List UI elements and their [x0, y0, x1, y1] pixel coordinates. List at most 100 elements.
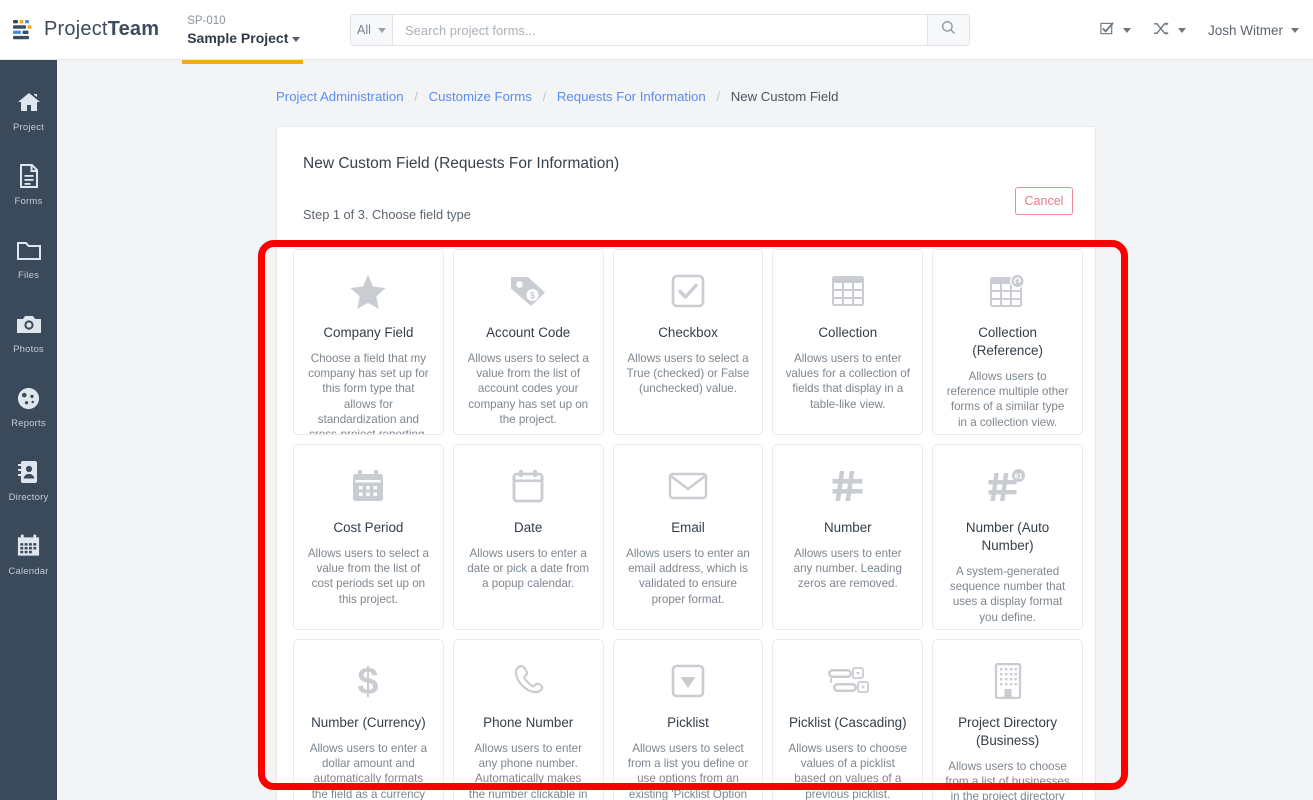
- field-type-card-picklist[interactable]: Picklist Allows users to select from a l…: [612, 639, 764, 800]
- search-scope-dropdown[interactable]: All: [351, 15, 393, 45]
- chevron-down-icon: [1291, 27, 1299, 33]
- field-type-card-number-currency[interactable]: $ Number (Currency) Allows users to ente…: [293, 639, 444, 800]
- checkbox-icon: [626, 270, 751, 312]
- hash-icon: [785, 465, 910, 507]
- field-type-description: Allows users to choose values of a pickl…: [788, 742, 908, 800]
- field-type-description: Allows users to enter values for a colle…: [785, 352, 910, 411]
- sidebar-item-project[interactable]: Project: [0, 78, 57, 152]
- field-type-card-checkbox[interactable]: Checkbox Allows users to select a True (…: [612, 249, 764, 435]
- field-type-card-collection[interactable]: Collection Allows users to enter values …: [772, 249, 924, 435]
- field-type-title: Number (Auto Number): [965, 520, 1050, 553]
- field-type-description: Allows users to select from a list you d…: [627, 742, 749, 800]
- breadcrumb-separator: /: [716, 89, 721, 104]
- checkbox-list-icon: [1100, 21, 1115, 39]
- sidebar-item-label: Project: [13, 122, 44, 133]
- search-scope-label: All: [357, 23, 371, 37]
- brand-name: ProjectTeam: [44, 18, 159, 41]
- field-type-title: Date: [514, 520, 543, 535]
- sidebar-item-photos[interactable]: Photos: [0, 300, 57, 374]
- sidebar-item-label: Forms: [14, 196, 43, 207]
- sidebar-item-label: Files: [17, 270, 40, 281]
- calendar-dots-icon: [306, 465, 431, 507]
- field-type-title: Collection: [818, 325, 878, 340]
- field-type-card-cost-period[interactable]: Cost Period Allows users to select a val…: [293, 444, 444, 630]
- app-root: ProjectTeam SP-010 Sample Project All Se…: [0, 0, 1313, 800]
- svg-text:$: $: [530, 291, 535, 301]
- field-type-card-account-code[interactable]: $ Account Code Allows users to select a …: [452, 249, 604, 435]
- document-icon: [18, 162, 40, 190]
- shuffle-icon: [1153, 21, 1170, 39]
- breadcrumb-separator: /: [414, 89, 418, 104]
- sidebar-item-reports[interactable]: Reports: [0, 374, 57, 448]
- sidebar-item-files[interactable]: Files: [0, 226, 57, 300]
- svg-text:$: $: [358, 662, 379, 700]
- field-type-title: Number (Currency): [311, 715, 426, 730]
- sidebar-item-forms[interactable]: Forms: [0, 152, 57, 226]
- breadcrumb-item-requests-for-information[interactable]: Requests For Information: [557, 89, 706, 104]
- chevron-down-icon: [1177, 27, 1186, 33]
- field-type-title: Project Directory (Business): [958, 715, 1058, 748]
- breadcrumb-item-current: New Custom Field: [730, 89, 839, 104]
- field-type-title: Email: [671, 520, 705, 535]
- building-icon: [945, 660, 1070, 702]
- search-input[interactable]: [393, 15, 927, 45]
- field-type-title: Picklist: [667, 715, 709, 730]
- breadcrumb-item-customize-forms[interactable]: Customize Forms: [429, 89, 532, 104]
- field-type-title: Picklist (Cascading): [789, 715, 907, 730]
- field-type-card-company-field[interactable]: Company Field Choose a field that my com…: [293, 249, 444, 435]
- field-type-title: Company Field: [323, 325, 414, 340]
- field-type-card-collection-reference[interactable]: Collection (Reference) Allows users to r…: [932, 249, 1083, 435]
- field-type-card-project-directory-business[interactable]: Project Directory (Business) Allows user…: [932, 639, 1083, 800]
- tasks-menu-button[interactable]: [1100, 21, 1131, 39]
- dropdown-icon: [626, 660, 751, 702]
- field-type-card-date[interactable]: Date Allows users to enter a date or pic…: [452, 444, 604, 630]
- field-type-description: Allows users to enter a dollar amount an…: [309, 742, 428, 800]
- brand-logo[interactable]: ProjectTeam: [13, 18, 159, 41]
- breadcrumb-separator: /: [542, 89, 547, 104]
- field-type-card-email[interactable]: Email Allows users to enter an email add…: [612, 444, 764, 630]
- field-type-card-phone-number[interactable]: Phone Number Allows users to enter any p…: [452, 639, 604, 800]
- projectteam-logo-icon: [13, 19, 37, 41]
- sidebar-item-directory[interactable]: Directory: [0, 448, 57, 522]
- project-selector[interactable]: SP-010 Sample Project: [182, 12, 304, 64]
- cancel-button[interactable]: Cancel: [1015, 187, 1073, 215]
- header-actions: Josh Witmer: [1100, 0, 1299, 60]
- field-type-description: Allows users to enter a date or pick a d…: [467, 547, 590, 591]
- field-type-description: Allows users to select a value from the …: [307, 547, 429, 606]
- field-type-card-picklist-cascading[interactable]: Picklist (Cascading) Allows users to cho…: [772, 639, 924, 800]
- dollar-sign-icon: $: [306, 660, 431, 702]
- phone-icon: [466, 660, 591, 702]
- field-type-description: Allows users to enter any phone number. …: [468, 742, 588, 800]
- shuffle-menu-button[interactable]: [1153, 21, 1186, 39]
- calendar-blank-icon: [466, 465, 591, 507]
- sidebar-item-calendar[interactable]: Calendar: [0, 522, 57, 596]
- field-type-title: Checkbox: [658, 325, 718, 340]
- field-type-title: Number: [823, 520, 872, 535]
- field-type-description: A system-generated sequence number that …: [949, 565, 1066, 624]
- active-tab-underline: [182, 60, 304, 64]
- page-title: New Custom Field (Requests For Informati…: [303, 155, 620, 172]
- field-type-grid: Company Field Choose a field that my com…: [293, 249, 1083, 800]
- brand-name-bold: Team: [107, 18, 160, 40]
- table-grid-icon: [785, 270, 910, 312]
- user-menu-button[interactable]: Josh Witmer: [1208, 23, 1299, 38]
- search-icon: [941, 20, 956, 40]
- field-type-card-number[interactable]: Number Allows users to enter any number.…: [772, 444, 924, 630]
- table-grid-link-icon: [945, 270, 1070, 312]
- chevron-down-icon: [292, 36, 301, 42]
- chevron-down-icon: [1122, 27, 1131, 33]
- field-type-description: Allows users to enter an email address, …: [626, 547, 750, 606]
- price-tag-dollar-icon: $: [466, 270, 591, 312]
- project-name-row[interactable]: Sample Project: [187, 29, 301, 47]
- field-type-card-number-auto-number[interactable]: 61 Number (Auto Number) A system-generat…: [932, 444, 1083, 630]
- search-submit-button[interactable]: [927, 15, 969, 45]
- main-content: Project Administration / Customize Forms…: [57, 60, 1313, 800]
- new-custom-field-panel: New Custom Field (Requests For Informati…: [276, 126, 1096, 800]
- field-type-description: Allows users to choose from a list of bu…: [945, 760, 1070, 800]
- field-type-description: Allows users to select a True (checked) …: [626, 352, 750, 396]
- svg-text:61: 61: [1014, 472, 1022, 481]
- breadcrumb-item-project-administration[interactable]: Project Administration: [276, 89, 404, 104]
- sidebar-item-label: Reports: [11, 418, 46, 429]
- breadcrumb: Project Administration / Customize Forms…: [276, 89, 838, 104]
- global-search[interactable]: All: [350, 14, 970, 46]
